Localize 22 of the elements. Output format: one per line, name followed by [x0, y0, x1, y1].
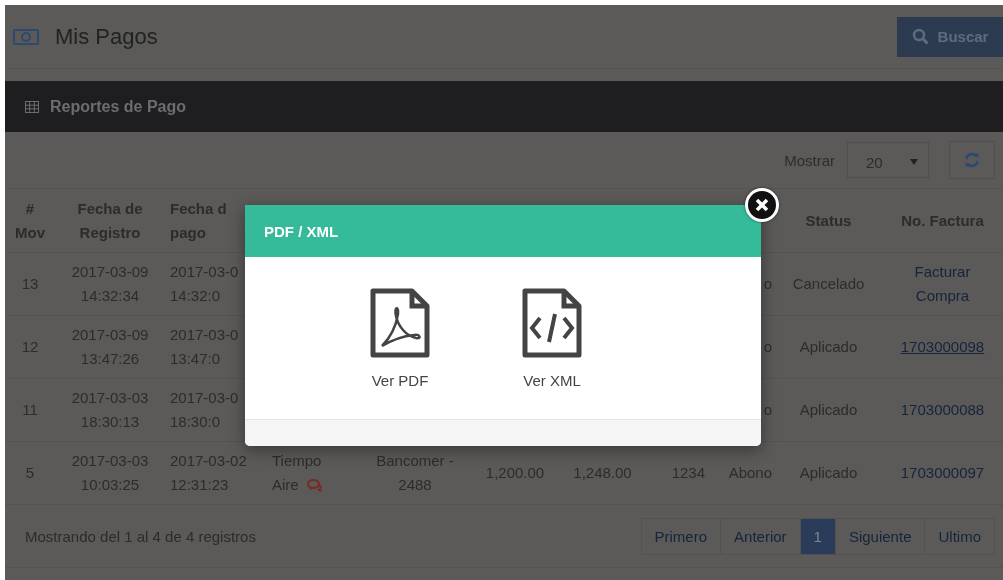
- pdf-file-icon: [370, 287, 430, 358]
- invoice-link[interactable]: 1703000097: [885, 461, 1000, 485]
- page-button[interactable]: 1: [799, 517, 836, 555]
- page-button[interactable]: Primero: [640, 517, 722, 555]
- close-icon: [755, 198, 769, 212]
- page-button[interactable]: Ultimo: [924, 517, 995, 555]
- page-button[interactable]: Siguiente: [834, 517, 926, 555]
- page-title: Mis Pagos: [55, 23, 158, 50]
- code-file-icon: [522, 287, 582, 358]
- search-icon: [911, 28, 929, 45]
- page-button[interactable]: Anterior: [720, 517, 801, 555]
- invoice-link[interactable]: 1703000098: [885, 335, 1000, 359]
- invoice-link[interactable]: 1703000088: [885, 398, 1000, 422]
- modal-title: PDF / XML: [264, 222, 339, 240]
- view-xml-button[interactable]: Ver XML: [512, 287, 592, 389]
- view-pdf-button[interactable]: Ver PDF: [360, 287, 440, 389]
- invoice-link[interactable]: Facturar Compra: [885, 260, 1000, 308]
- caret-icon: [910, 159, 918, 165]
- table-icon: [25, 100, 39, 113]
- refresh-icon: [964, 152, 980, 168]
- panel-title: Reportes de Pago: [50, 97, 187, 116]
- money-icon: [13, 28, 39, 45]
